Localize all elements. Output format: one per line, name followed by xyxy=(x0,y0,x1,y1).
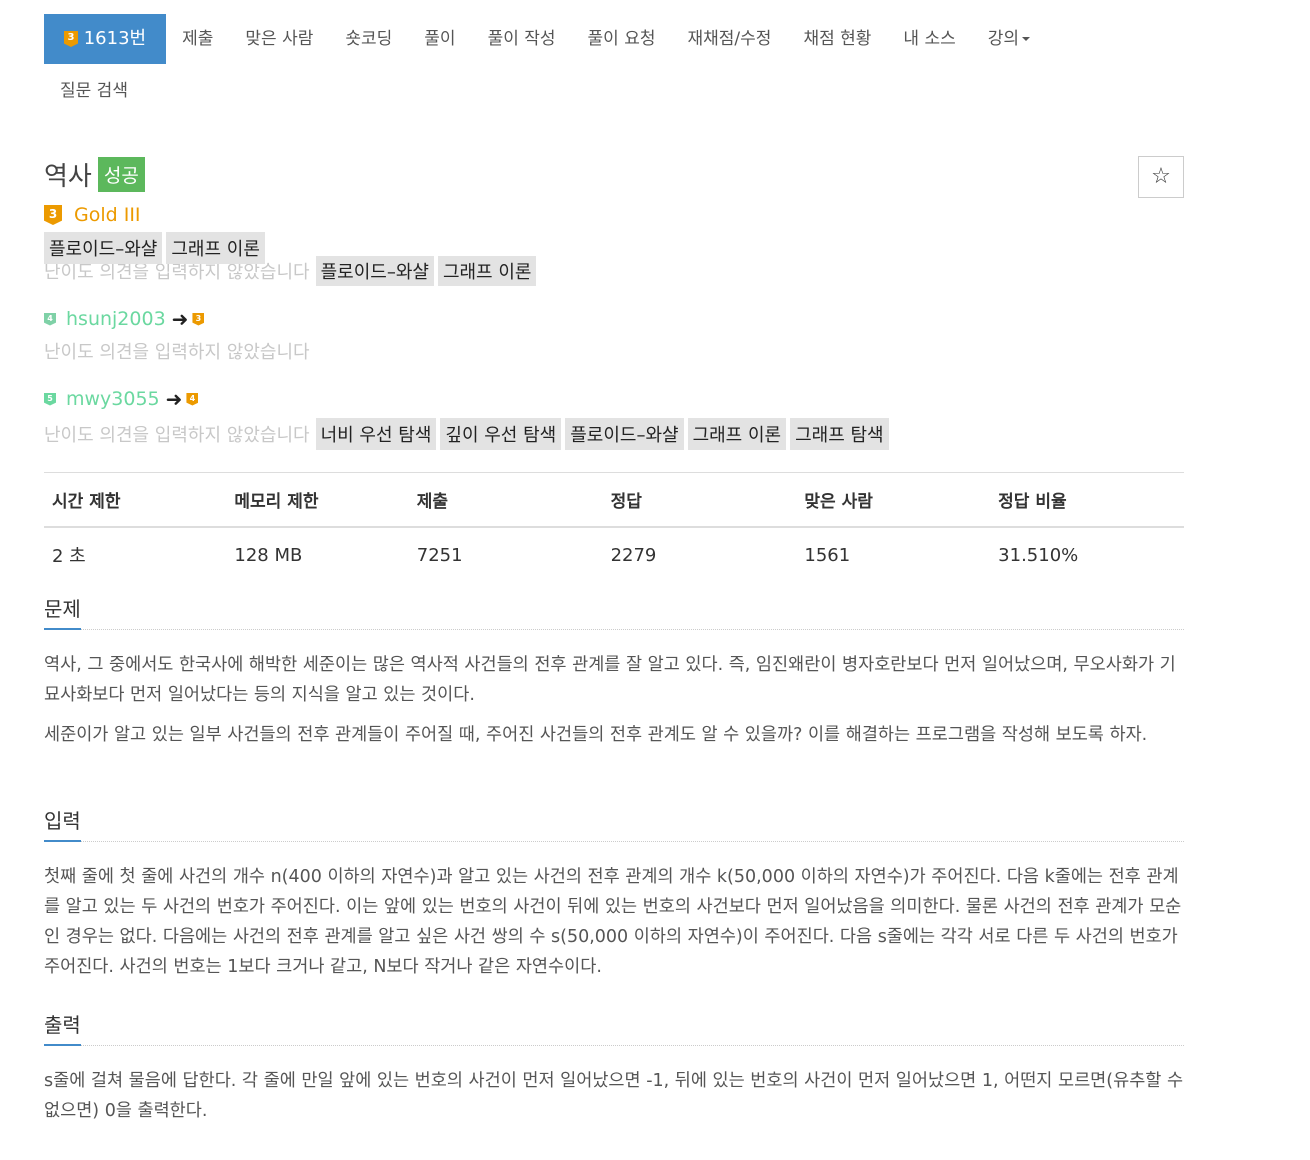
problem-description-section: 문제 역사, 그 중에서도 한국사에 해박한 세준이는 많은 역사적 사건들의 … xyxy=(44,596,1184,750)
output-paragraph: s줄에 걸쳐 물음에 답한다. 각 줄에 만일 앞에 있는 번호의 사건이 먼저… xyxy=(44,1071,1184,1121)
opinion-block: 4 hsunj2003 ➜ 3 난이도 의견을 입력하지 않았습니다 xyxy=(44,306,310,364)
gold-tier-icon: 3 xyxy=(44,205,62,225)
section-heading: 출력 xyxy=(44,1012,1184,1046)
nav-item-my-source[interactable]: 내 소스 xyxy=(887,14,971,64)
input-paragraph: 첫째 줄에 첫 줄에 사건의 개수 n(400 이하의 자연수)과 알고 있는 … xyxy=(44,867,1182,977)
algorithm-tag[interactable]: 그래프 이론 xyxy=(166,232,265,264)
opinion-username[interactable]: hsunj2003 xyxy=(66,308,166,330)
problem-input-section: 입력 첫째 줄에 첫 줄에 사건의 개수 n(400 이하의 자연수)과 알고 … xyxy=(44,808,1184,982)
opinion-tag[interactable]: 플로이드–와샬 xyxy=(315,256,434,286)
opinion-text: 난이도 의견을 입력하지 않았습니다 xyxy=(44,342,310,363)
problem-title: 역사 xyxy=(44,162,92,192)
nav-item-rejudge[interactable]: 재채점/수정 xyxy=(672,14,788,64)
star-button[interactable]: ☆ xyxy=(1138,156,1184,198)
voted-tier-icon: 3 xyxy=(192,312,205,326)
problem-stats-table: 시간 제한 메모리 제한 제출 정답 맞은 사람 정답 비율 2 초 128 M… xyxy=(44,472,1184,582)
section-heading: 문제 xyxy=(44,596,1184,630)
stats-header: 맞은 사람 xyxy=(796,473,991,528)
opinion-tag[interactable]: 너비 우선 탐색 xyxy=(315,418,437,450)
nav-item-accepted-users[interactable]: 맞은 사람 xyxy=(229,14,329,64)
star-icon: ☆ xyxy=(1151,164,1171,189)
problem-title-row: 역사 성공 xyxy=(44,156,145,193)
voted-tier-icon: 4 xyxy=(186,392,199,406)
stats-header: 메모리 제한 xyxy=(226,473,409,528)
nav-item-short-coding[interactable]: 숏코딩 xyxy=(329,14,408,64)
opinion-tag[interactable]: 깊이 우선 탐색 xyxy=(440,418,562,450)
accepted-value: 2279 xyxy=(610,544,657,566)
accept-ratio-value: 31.510% xyxy=(998,544,1079,566)
opinion-text: 난이도 의견을 입력하지 않았습니다 xyxy=(44,425,310,446)
result-badge: 성공 xyxy=(97,157,145,192)
arrow-right-icon: ➜ xyxy=(165,387,183,411)
nav-item-submit[interactable]: 제출 xyxy=(166,14,229,64)
nav-item-question-search[interactable]: 질문 검색 xyxy=(44,66,144,116)
nav-item-problem[interactable]: 3 1613번 xyxy=(44,14,167,64)
table-row: 2 초 128 MB 7251 2279 1561 31.510% xyxy=(44,527,1184,582)
tier-badge-icon: 3 xyxy=(64,31,78,47)
stats-header: 정답 비율 xyxy=(990,473,1184,528)
tier-label[interactable]: Gold III xyxy=(74,204,141,226)
problem-output-section: 출력 s줄에 걸쳐 물음에 답한다. 각 줄에 만일 앞에 있는 번호의 사건이… xyxy=(44,1012,1184,1126)
problem-nav: 3 1613번 제출 맞은 사람 숏코딩 풀이 풀이 작성 풀이 요청 재채점/… xyxy=(44,14,1184,116)
opinion-tag[interactable]: 그래프 탐색 xyxy=(790,418,889,450)
problem-tier: 3 Gold III xyxy=(44,204,141,226)
stats-header: 제출 xyxy=(408,473,603,528)
accepted-users-value: 1561 xyxy=(804,544,851,566)
opinion-tag[interactable]: 그래프 이론 xyxy=(687,418,787,450)
opinion-block: 5 mwy3055 ➜ 4 난이도 의견을 입력하지 않았습니다 너비 우선 탐… xyxy=(44,386,893,450)
opinion-username[interactable]: mwy3055 xyxy=(66,388,160,410)
opinion-tag[interactable]: 플로이드–와샬 xyxy=(565,418,684,450)
user-tier-icon: 5 xyxy=(44,392,56,406)
caret-down-icon xyxy=(1022,37,1031,41)
memory-limit-value: 128 MB xyxy=(234,544,303,566)
nav-item-write-solution[interactable]: 풀이 작성 xyxy=(472,14,572,64)
arrow-right-icon: ➜ xyxy=(171,307,189,331)
nav-item-lectures-dropdown[interactable]: 강의 xyxy=(972,14,1046,64)
problem-paragraph: 세준이가 알고 있는 일부 사건들의 전후 관계들이 주어질 때, 주어진 사건… xyxy=(44,725,1148,745)
submissions-value: 7251 xyxy=(416,544,463,566)
nav-item-status[interactable]: 채점 현황 xyxy=(787,14,887,64)
algorithm-tag[interactable]: 플로이드–와샬 xyxy=(44,232,163,264)
user-tier-icon: 4 xyxy=(44,312,56,326)
nav-item-lectures-label: 강의 xyxy=(987,29,1020,49)
nav-item-request-solution[interactable]: 풀이 요청 xyxy=(572,14,672,64)
nav-item-solutions[interactable]: 풀이 xyxy=(408,14,471,64)
section-heading: 입력 xyxy=(44,808,1184,842)
time-limit-value: 2 초 xyxy=(52,546,86,567)
problem-paragraph: 역사, 그 중에서도 한국사에 해박한 세준이는 많은 역사적 사건들의 전후 … xyxy=(44,655,1176,705)
stats-header: 정답 xyxy=(602,473,797,528)
nav-item-problem-label: 1613번 xyxy=(83,28,147,49)
opinion-tag[interactable]: 그래프 이론 xyxy=(437,256,537,286)
stats-header: 시간 제한 xyxy=(44,473,227,528)
problem-tags: 플로이드–와샬 그래프 이론 xyxy=(44,232,269,264)
